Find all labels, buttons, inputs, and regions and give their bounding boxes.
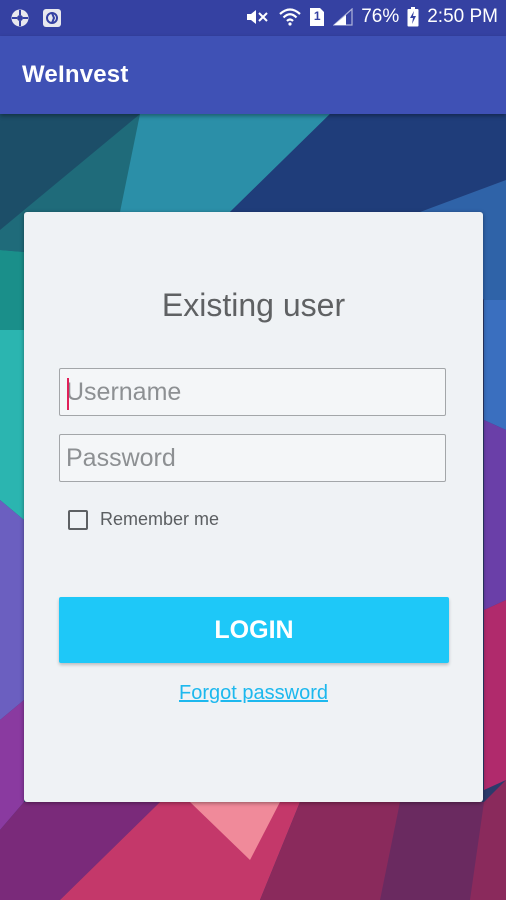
text-cursor (67, 378, 69, 410)
signal-icon (333, 8, 353, 26)
username-input[interactable] (60, 369, 445, 415)
sim-icon: 1 (309, 7, 325, 27)
app-title: WeInvest (22, 61, 129, 88)
card-title: Existing user (161, 287, 346, 323)
app-bar: WeInvest (0, 36, 506, 114)
remember-me-option[interactable]: Remember me (68, 509, 219, 530)
notification-icons (10, 8, 62, 28)
clock: 2:50 PM (427, 6, 498, 27)
battery-charging-icon (407, 7, 419, 27)
login-card: Existing user Remember me LOGIN Forgot p… (24, 212, 483, 802)
status-bar: 1 76% 2:50 PM (0, 0, 506, 36)
password-input[interactable] (60, 435, 445, 481)
app-notification-icon-2 (42, 8, 62, 28)
system-status: 1 76% 2:50 PM (245, 6, 498, 28)
mute-icon (245, 8, 271, 26)
username-field-container (59, 368, 446, 416)
login-button[interactable]: LOGIN (59, 597, 449, 663)
wifi-icon (279, 8, 301, 26)
password-field-container (59, 434, 446, 482)
sim-slot-number: 1 (313, 9, 321, 23)
remember-me-label: Remember me (100, 509, 220, 529)
forgot-password-link[interactable]: Forgot password (24, 682, 483, 705)
app-notification-icon (10, 8, 30, 28)
remember-me-checkbox[interactable] (68, 509, 88, 530)
battery-percent: 76% (361, 6, 400, 27)
